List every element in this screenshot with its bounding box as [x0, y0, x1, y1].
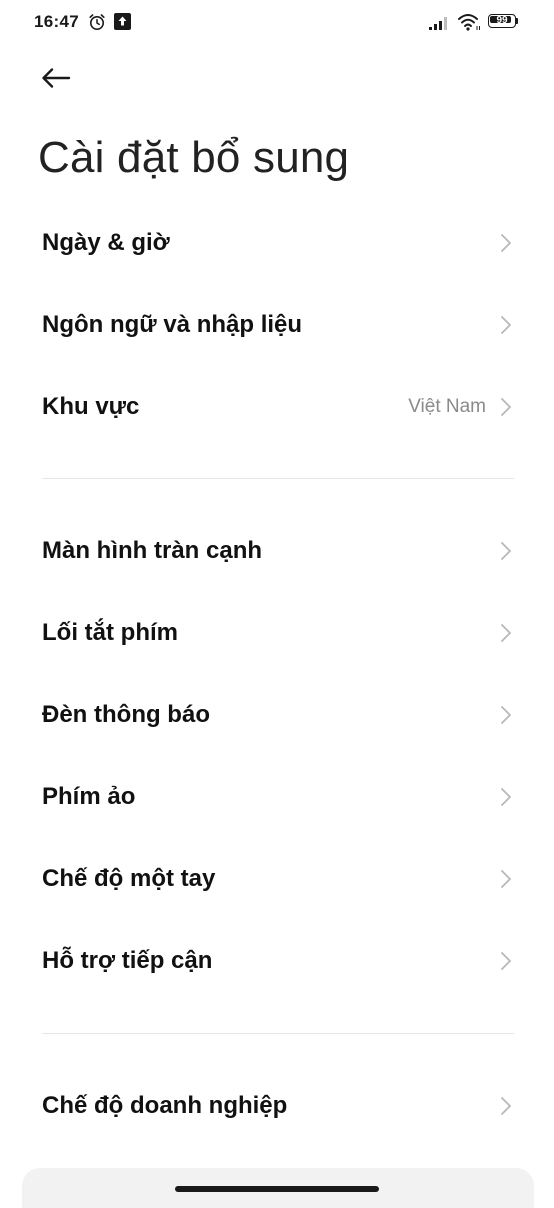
- battery-icon: 99: [488, 14, 518, 30]
- page-title: Cài đặt bổ sung: [38, 133, 350, 182]
- battery-level: 99: [496, 15, 508, 26]
- chevron-right-icon: [498, 1095, 514, 1117]
- list-item-label: Ngôn ngữ và nhập liệu: [42, 311, 303, 338]
- chevron-right-icon: [498, 950, 514, 972]
- signal-icon: [428, 15, 452, 31]
- section-divider: [42, 478, 514, 479]
- list-item-label: Khu vực: [42, 393, 140, 420]
- back-button[interactable]: [34, 58, 78, 102]
- section-divider: [42, 1033, 514, 1034]
- chevron-right-icon: [498, 704, 514, 726]
- list-item-label: Chế độ doanh nghiệp: [42, 1092, 288, 1119]
- chevron-right-icon: [498, 540, 514, 562]
- chevron-right-icon: [498, 396, 514, 418]
- list-item-label: Hỗ trợ tiếp cận: [42, 947, 213, 974]
- chevron-right-icon: [498, 786, 514, 808]
- list-item-label: Lối tắt phím: [42, 619, 178, 646]
- wifi-icon: [457, 12, 481, 32]
- home-indicator[interactable]: [175, 1186, 379, 1192]
- list-item-one-handed-mode[interactable]: Chế độ một tay: [0, 838, 554, 920]
- list-item-full-screen-display[interactable]: Màn hình tràn cạnh: [0, 510, 554, 592]
- status-bar: 16:47 99: [0, 0, 554, 48]
- list-item-label: Phím ảo: [42, 783, 136, 810]
- chevron-right-icon: [498, 622, 514, 644]
- upload-icon: [114, 13, 131, 30]
- list-item-label: Đèn thông báo: [42, 701, 210, 728]
- list-item-language-input[interactable]: Ngôn ngữ và nhập liệu: [0, 284, 554, 366]
- list-item-region[interactable]: Khu vực Việt Nam: [0, 366, 554, 448]
- chevron-right-icon: [498, 868, 514, 890]
- status-time: 16:47: [34, 12, 79, 31]
- list-item-label: Màn hình tràn cạnh: [42, 537, 263, 564]
- list-item-notification-light[interactable]: Đèn thông báo: [0, 674, 554, 756]
- chevron-right-icon: [498, 232, 514, 254]
- chevron-right-icon: [498, 314, 514, 336]
- alarm-icon: [88, 13, 106, 31]
- list-item-virtual-keys[interactable]: Phím ảo: [0, 756, 554, 838]
- list-item-label: Chế độ một tay: [42, 865, 216, 892]
- list-item-date-time[interactable]: Ngày & giờ: [0, 202, 554, 284]
- list-item-button-shortcuts[interactable]: Lối tắt phím: [0, 592, 554, 674]
- list-item-label: Ngày & giờ: [42, 229, 170, 256]
- arrow-left-icon: [40, 66, 72, 95]
- list-item-accessibility[interactable]: Hỗ trợ tiếp cận: [0, 920, 554, 1002]
- list-item-enterprise-mode[interactable]: Chế độ doanh nghiệp: [0, 1065, 554, 1147]
- list-item-value: Việt Nam: [408, 396, 486, 417]
